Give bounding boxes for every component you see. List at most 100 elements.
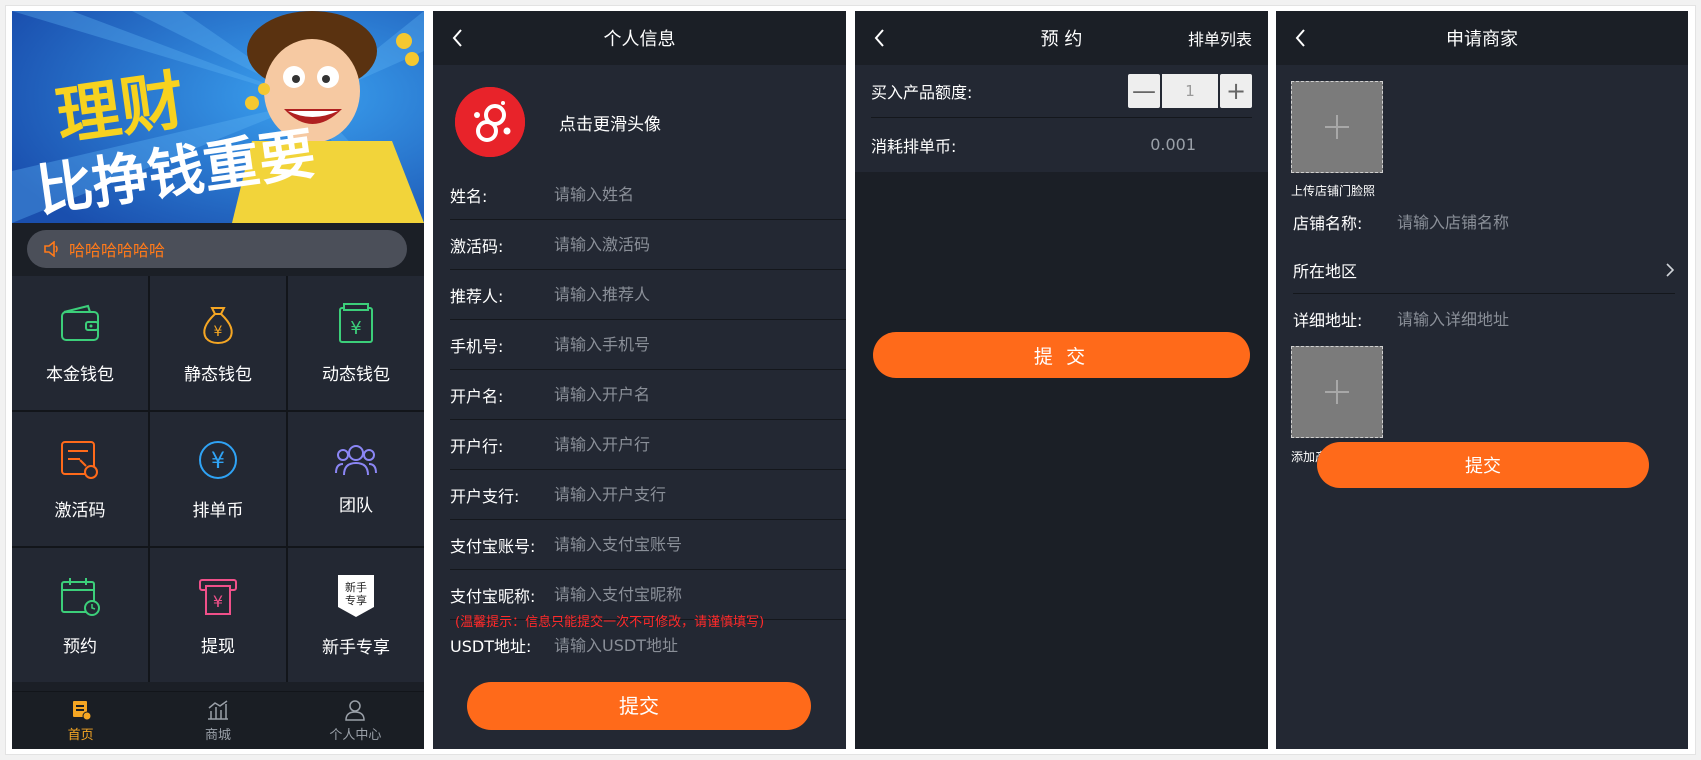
cost-row: 消耗排单币: 0.001 — [871, 118, 1252, 171]
tab-user-center[interactable]: 个人中心 — [287, 692, 424, 749]
grid-item-label: 预约 — [63, 636, 97, 657]
svg-text:¥: ¥ — [213, 592, 223, 611]
referrer-input[interactable] — [554, 285, 814, 304]
field-bank-branch: 开户支行: — [450, 470, 846, 520]
promo-banner[interactable]: 理财 比挣钱重要 — [12, 11, 424, 223]
field-address: 详细地址: — [1293, 295, 1675, 343]
field-label: 支付宝昵称: — [450, 586, 536, 606]
tab-home[interactable]: 首页 — [12, 692, 149, 749]
back-arrow-icon[interactable] — [1294, 28, 1306, 48]
phone-input[interactable] — [554, 335, 814, 354]
home-screen: 理财 比挣钱重要 哈哈哈哈哈哈 本金钱包 ¥ 静态钱包 ¥ 动态钱包 激活码 ¥… — [12, 11, 424, 749]
merchant-screen: 申请商家 上传店铺门脸照 店铺名称: 所在地区 详细地址: — [1276, 11, 1688, 749]
grid-item-principal-wallet[interactable]: 本金钱包 — [12, 276, 148, 410]
notice-text: 哈哈哈哈哈哈 — [69, 241, 166, 260]
amount-label: 买入产品额度: — [871, 83, 973, 102]
profile-content: 点击更滑头像 姓名: 激活码: 推荐人: 手机号: 开户名: 开户行: 开户支行… — [433, 65, 846, 749]
name-input[interactable] — [554, 185, 814, 204]
merchant-submit-button[interactable]: 提交 — [1317, 442, 1649, 488]
field-label: 推荐人: — [450, 286, 504, 306]
grid-item-label: 排单币 — [192, 500, 244, 521]
store-name-input[interactable] — [1397, 212, 1647, 232]
product-photo-upload[interactable] — [1291, 346, 1383, 438]
page-title: 申请商家 — [1446, 29, 1518, 50]
merchant-content: 上传店铺门脸照 店铺名称: 所在地区 详细地址: 添加产品图片 — [1276, 65, 1688, 749]
usdt-address-input[interactable] — [554, 635, 814, 655]
field-referrer: 推荐人: — [450, 270, 846, 320]
cost-value: 0.001 — [1150, 135, 1196, 154]
field-label: 姓名: — [450, 186, 488, 206]
grid-item-queue-coin[interactable]: ¥ 排单币 — [150, 412, 286, 546]
decrement-button[interactable]: — — [1128, 74, 1160, 108]
back-arrow-icon[interactable] — [451, 28, 463, 48]
field-label: 开户行: — [450, 436, 504, 456]
grid-item-dynamic-wallet[interactable]: ¥ 动态钱包 — [288, 276, 424, 410]
queue-list-link[interactable]: 排单列表 — [1188, 26, 1252, 50]
field-alipay-account: 支付宝账号: — [450, 520, 846, 570]
alipay-nickname-input[interactable] — [554, 585, 814, 604]
increment-button[interactable]: + — [1220, 74, 1252, 108]
cost-label: 消耗排单币: — [871, 136, 957, 156]
profile-submit-button[interactable]: 提交 — [467, 682, 811, 730]
field-label: 详细地址: — [1293, 311, 1363, 330]
grid-item-reserve[interactable]: 预约 — [12, 548, 148, 682]
notice-bar[interactable]: 哈哈哈哈哈哈 — [27, 230, 407, 268]
field-phone: 手机号: — [450, 320, 846, 370]
speaker-icon — [44, 241, 58, 257]
svg-text:新手: 新手 — [345, 580, 367, 594]
grid-item-label: 静态钱包 — [184, 364, 252, 385]
activation-code-icon — [61, 440, 98, 479]
chart-icon — [207, 699, 228, 720]
store-photo-label: 上传店铺门脸照 — [1291, 184, 1376, 198]
grid-item-newbie[interactable]: 新手 专享 新手专享 — [288, 548, 424, 682]
field-region[interactable]: 所在地区 — [1293, 246, 1675, 294]
field-label: 激活码: — [450, 236, 504, 256]
merchant-nav-bar: 申请商家 — [1276, 11, 1688, 65]
reserve-submit-button[interactable]: 提 交 — [873, 332, 1250, 378]
yuan-card-icon: ¥ — [339, 302, 373, 343]
field-label: USDT地址: — [450, 637, 532, 656]
quantity-value[interactable]: 1 — [1162, 74, 1218, 108]
field-name: 姓名: — [450, 170, 846, 220]
svg-text:专享: 专享 — [345, 593, 367, 607]
yuan-coin-icon: ¥ — [199, 440, 237, 479]
reserve-panel: 买入产品额度: — 1 + 消耗排单币: 0.001 — [855, 65, 1268, 172]
withdraw-icon: ¥ — [199, 578, 237, 615]
grid-item-static-wallet[interactable]: ¥ 静态钱包 — [150, 276, 286, 410]
grid-item-team[interactable]: 团队 — [288, 412, 424, 546]
account-name-input[interactable] — [554, 385, 814, 404]
field-account-name: 开户名: — [450, 370, 846, 420]
newbie-badge-icon: 新手 专享 — [338, 574, 374, 617]
field-store-name: 店铺名称: — [1293, 198, 1675, 246]
activation-code-input[interactable] — [554, 235, 814, 254]
avatar[interactable] — [455, 87, 525, 157]
grid-item-activation-code[interactable]: 激活码 — [12, 412, 148, 546]
tab-label: 首页 — [67, 727, 94, 743]
quantity-stepper: — 1 + — [1128, 74, 1252, 108]
address-input[interactable] — [1397, 309, 1647, 329]
svg-text:¥: ¥ — [211, 449, 225, 474]
bank-input[interactable] — [554, 435, 814, 454]
tab-label: 商城 — [204, 727, 231, 743]
grid-item-withdraw[interactable]: ¥ 提现 — [150, 548, 286, 682]
profile-form: 姓名: 激活码: 推荐人: 手机号: 开户名: 开户行: 开户支行: 支付宝账号… — [450, 170, 846, 670]
profile-nav-bar: 个人信息 — [433, 11, 846, 65]
svg-text:¥: ¥ — [350, 318, 361, 339]
back-arrow-icon[interactable] — [873, 28, 885, 48]
bank-branch-input[interactable] — [554, 485, 814, 504]
field-label: 手机号: — [450, 336, 504, 356]
reserve-nav-bar: 预 约 排单列表 — [855, 11, 1268, 65]
tab-mall[interactable]: 商城 — [149, 692, 286, 749]
function-grid: 本金钱包 ¥ 静态钱包 ¥ 动态钱包 激活码 ¥ 排单币 团队 预约 ¥ 提现 … — [12, 276, 424, 682]
grid-item-label: 动态钱包 — [322, 364, 390, 385]
field-label: 店铺名称: — [1293, 214, 1363, 233]
grid-item-label: 激活码 — [54, 500, 106, 521]
store-photo-upload[interactable] — [1291, 81, 1383, 173]
field-label: 开户支行: — [450, 486, 520, 506]
field-activation-code: 激活码: — [450, 220, 846, 270]
alipay-account-input[interactable] — [554, 535, 814, 554]
avatar-row[interactable]: 点击更滑头像 — [455, 87, 661, 157]
svg-text:¥: ¥ — [214, 324, 223, 340]
money-bag-icon: ¥ — [203, 306, 233, 344]
warning-text: (温馨提示：信息只能提交一次不可修改，请谨慎填写) — [455, 615, 765, 630]
